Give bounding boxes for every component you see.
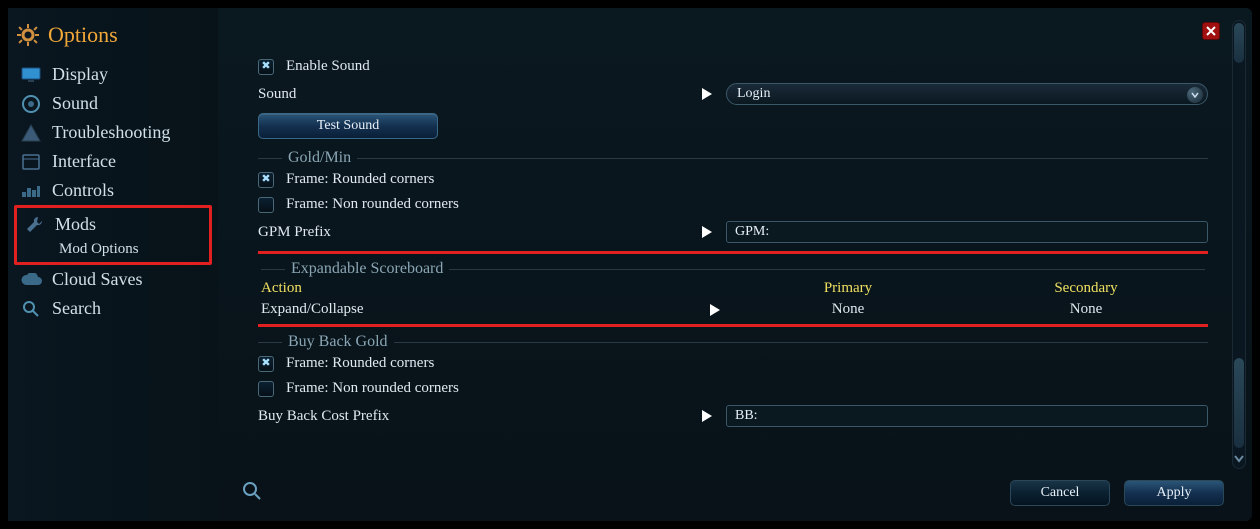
secondary-header: Secondary — [967, 280, 1205, 297]
section-scoreboard: Expandable Scoreboard — [261, 260, 1205, 278]
gold-rounded-label: Frame: Rounded corners — [286, 171, 434, 188]
play-icon[interactable] — [698, 225, 716, 239]
sidebar-item-interface[interactable]: Interface — [16, 147, 210, 176]
binding-row-expand: Expand/Collapse None None — [261, 299, 1205, 320]
play-icon[interactable] — [701, 301, 729, 318]
buyback-prefix-input[interactable] — [726, 405, 1208, 427]
action-header: Action — [261, 280, 701, 297]
options-window: Options Display Sound Troubleshooting In… — [8, 8, 1252, 521]
buyback-rounded-checkbox[interactable] — [258, 356, 274, 372]
footer: Cancel Apply — [242, 473, 1224, 513]
buyback-nonrounded-checkbox[interactable] — [258, 381, 274, 397]
binding-action-label: Expand/Collapse — [261, 301, 701, 318]
section-gold-min: Gold/Min — [258, 149, 1208, 167]
gold-nonrounded-label: Frame: Non rounded corners — [286, 196, 459, 213]
gold-rounded-row: Frame: Rounded corners — [258, 167, 1208, 192]
buyback-rounded-row: Frame: Rounded corners — [258, 351, 1208, 376]
section-label: Buy Back Gold — [282, 333, 394, 351]
buyback-nonrounded-label: Frame: Non rounded corners — [286, 380, 459, 397]
play-icon[interactable] — [698, 409, 716, 423]
sidebar-item-label: Controls — [52, 180, 114, 201]
test-sound-row: Test Sound — [258, 109, 1208, 143]
enable-sound-checkbox[interactable] — [258, 59, 274, 75]
sidebar-item-cloud-saves[interactable]: Cloud Saves — [16, 265, 210, 294]
buyback-rounded-label: Frame: Rounded corners — [286, 355, 434, 372]
gold-nonrounded-checkbox[interactable] — [258, 197, 274, 213]
cloud-icon — [20, 273, 42, 287]
sidebar-item-label: Sound — [52, 93, 98, 114]
section-buyback: Buy Back Gold — [258, 333, 1208, 351]
page-title: Options — [48, 22, 118, 48]
sound-label: Sound — [258, 86, 296, 103]
speaker-icon — [20, 95, 42, 113]
sidebar-item-label: Search — [52, 298, 101, 319]
bindings-header: Action Primary Secondary — [261, 278, 1205, 299]
search-icon — [20, 300, 42, 318]
scroll-down-icon[interactable] — [1233, 452, 1245, 466]
controls-icon — [20, 184, 42, 198]
sidebar-item-display[interactable]: Display — [16, 60, 210, 89]
gold-nonrounded-row: Frame: Non rounded corners — [258, 192, 1208, 217]
enable-sound-row: Enable Sound — [258, 54, 1208, 79]
sidebar-item-label: Display — [52, 64, 108, 85]
sound-dropdown[interactable]: Login — [726, 83, 1208, 105]
sidebar-item-label: Mods — [55, 214, 96, 235]
close-button[interactable] — [1202, 22, 1220, 40]
magnifier-icon[interactable] — [242, 481, 262, 506]
buyback-prefix-row: Buy Back Cost Prefix — [258, 401, 1208, 431]
scrollbar[interactable] — [1232, 20, 1246, 469]
sidebar: Options Display Sound Troubleshooting In… — [8, 8, 218, 521]
interface-icon — [20, 154, 42, 170]
sidebar-item-troubleshooting[interactable]: Troubleshooting — [16, 118, 210, 147]
buyback-prefix-label: Buy Back Cost Prefix — [258, 408, 389, 425]
test-sound-button[interactable]: Test Sound — [258, 113, 438, 139]
apply-button[interactable]: Apply — [1124, 480, 1224, 506]
sidebar-item-label: Cloud Saves — [52, 269, 143, 290]
content-scroll: Enable Sound Sound Login Test Sound Gold… — [258, 54, 1208, 465]
enable-sound-label: Enable Sound — [286, 58, 370, 75]
gold-rounded-checkbox[interactable] — [258, 172, 274, 188]
sidebar-item-label: Interface — [52, 151, 116, 172]
sidebar-sub-mod-options[interactable]: Mod Options — [51, 239, 207, 260]
sidebar-highlight-mods: Mods Mod Options — [14, 205, 212, 265]
buyback-nonrounded-row: Frame: Non rounded corners — [258, 376, 1208, 401]
play-icon[interactable] — [698, 87, 716, 101]
sidebar-item-mods[interactable]: Mods — [19, 210, 207, 239]
binding-secondary[interactable]: None — [967, 301, 1205, 318]
chevron-down-icon — [1187, 87, 1203, 103]
gpm-prefix-input[interactable] — [726, 221, 1208, 243]
main-panel: Enable Sound Sound Login Test Sound Gold… — [218, 8, 1252, 521]
cancel-button[interactable]: Cancel — [1010, 480, 1110, 506]
sidebar-item-controls[interactable]: Controls — [16, 176, 210, 205]
sound-dropdown-row: Sound Login — [258, 79, 1208, 109]
title-row: Options — [16, 22, 210, 48]
wrench-icon — [23, 215, 45, 235]
sidebar-item-sound[interactable]: Sound — [16, 89, 210, 118]
gpm-prefix-label: GPM Prefix — [258, 224, 331, 241]
section-label: Expandable Scoreboard — [285, 260, 449, 278]
gear-icon — [16, 23, 40, 47]
sidebar-item-label: Troubleshooting — [52, 122, 170, 143]
warning-icon — [20, 124, 42, 142]
scroll-thumb[interactable] — [1234, 358, 1244, 448]
gpm-prefix-row: GPM Prefix — [258, 217, 1208, 247]
scroll-thumb-top[interactable] — [1234, 23, 1244, 63]
sidebar-item-search[interactable]: Search — [16, 294, 210, 323]
section-label: Gold/Min — [282, 149, 357, 167]
dropdown-value: Login — [737, 86, 770, 102]
binding-primary[interactable]: None — [729, 301, 967, 318]
monitor-icon — [20, 67, 42, 83]
scoreboard-highlight: Expandable Scoreboard Action Primary Sec… — [258, 251, 1208, 327]
primary-header: Primary — [729, 280, 967, 297]
